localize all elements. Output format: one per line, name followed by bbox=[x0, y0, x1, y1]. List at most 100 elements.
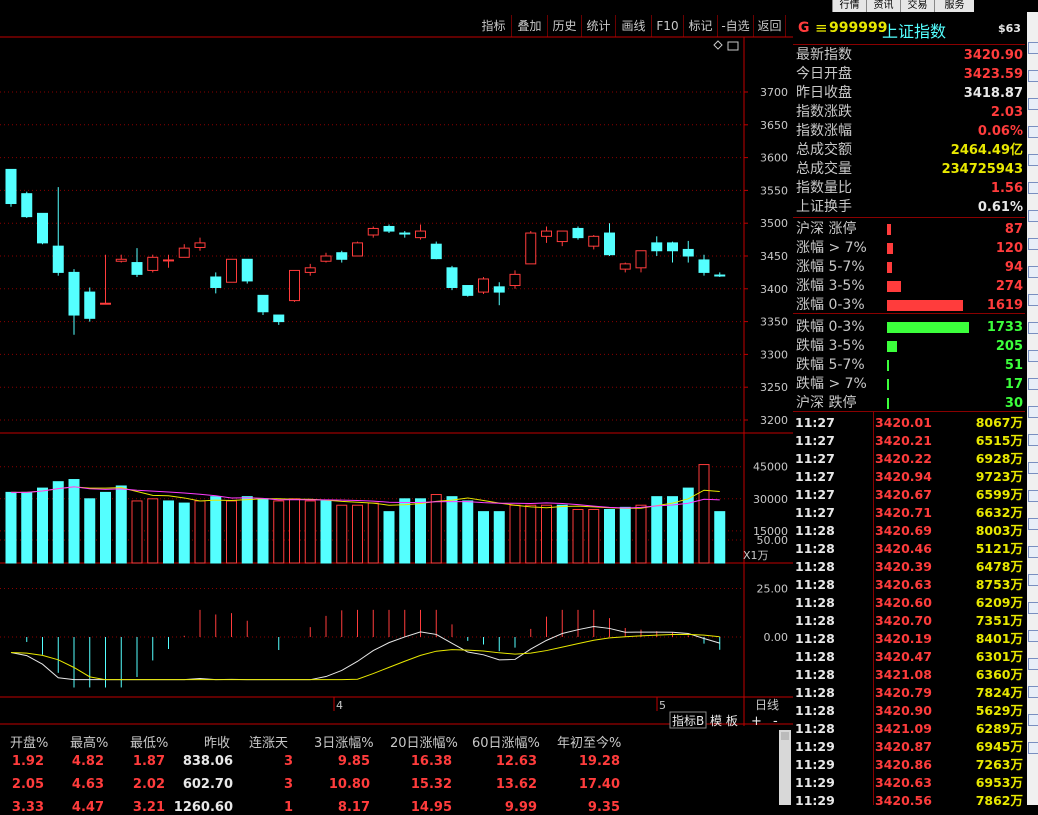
tick-time: 11:27 bbox=[795, 451, 835, 466]
table-header[interactable]: 最低% bbox=[130, 732, 168, 751]
candle-body bbox=[651, 242, 663, 252]
table-cell: 3 bbox=[283, 754, 293, 769]
stat-label: 总成交量 bbox=[796, 161, 852, 177]
volume-bar bbox=[320, 500, 332, 564]
table-header[interactable]: 最高% bbox=[70, 732, 108, 751]
tick-time: 11:27 bbox=[795, 487, 835, 502]
tick-row[interactable]: 11:27 3420.01 8067万 bbox=[793, 414, 1025, 432]
side-tool-icon[interactable] bbox=[1028, 574, 1038, 586]
tick-row[interactable]: 11:28 3420.47 6301万 bbox=[793, 648, 1025, 666]
tick-row[interactable]: 11:28 3421.09 6289万 bbox=[793, 720, 1025, 738]
candle-body bbox=[5, 168, 17, 205]
tick-row[interactable]: 11:29 3420.56 7862万 bbox=[793, 792, 1025, 810]
side-tool-icon[interactable] bbox=[1028, 266, 1038, 278]
table-scrollbar[interactable] bbox=[779, 730, 791, 805]
g-icon[interactable]: G bbox=[798, 20, 810, 36]
side-tool-icon[interactable] bbox=[1028, 210, 1038, 222]
volume-bar bbox=[462, 500, 474, 564]
volume-bar bbox=[604, 509, 615, 564]
price-tick-label: 3350 bbox=[760, 316, 788, 329]
side-tool-icon[interactable] bbox=[1028, 322, 1038, 334]
table-cell: 14.95 bbox=[410, 800, 452, 815]
side-tool-icon[interactable] bbox=[1028, 490, 1038, 502]
side-tool-icon[interactable] bbox=[1028, 98, 1038, 110]
candle-body bbox=[52, 245, 64, 273]
tick-row[interactable]: 11:27 3420.71 6632万 bbox=[793, 504, 1025, 522]
price-tick-label: 3450 bbox=[760, 250, 788, 263]
tick-row[interactable]: 11:28 3420.46 5121万 bbox=[793, 540, 1025, 558]
table-cell: 9.99 bbox=[504, 800, 537, 815]
side-tool-icon[interactable] bbox=[1028, 714, 1038, 726]
table-header[interactable]: 开盘% bbox=[10, 732, 48, 751]
tick-row[interactable]: 11:29 3420.63 6953万 bbox=[793, 774, 1025, 792]
side-tool-icon[interactable] bbox=[1028, 742, 1038, 754]
tick-price: 3420.63 bbox=[875, 577, 932, 592]
side-tool-icon[interactable] bbox=[1028, 434, 1038, 446]
top-tab[interactable]: 服务 bbox=[934, 0, 974, 12]
side-tool-icon[interactable] bbox=[1028, 518, 1038, 530]
top-tab[interactable]: 交易 bbox=[900, 0, 934, 12]
side-tool-icon[interactable] bbox=[1028, 182, 1038, 194]
side-tool-icon[interactable] bbox=[1028, 406, 1038, 418]
tick-time: 11:28 bbox=[795, 667, 835, 682]
table-cell: 15.32 bbox=[410, 777, 452, 792]
table-header[interactable]: 20日涨幅% bbox=[390, 732, 458, 751]
tick-row[interactable]: 11:27 3420.67 6599万 bbox=[793, 486, 1025, 504]
table-header[interactable]: 60日涨幅% bbox=[472, 732, 540, 751]
tick-row[interactable]: 11:28 3420.63 8753万 bbox=[793, 576, 1025, 594]
table-header[interactable]: 3日涨幅% bbox=[314, 732, 374, 751]
side-tool-icon[interactable] bbox=[1028, 686, 1038, 698]
price-tick-label: 3550 bbox=[760, 184, 788, 197]
tick-row[interactable]: 11:27 3420.21 6515万 bbox=[793, 432, 1025, 450]
tick-row[interactable]: 11:28 3420.79 7824万 bbox=[793, 684, 1025, 702]
tick-row[interactable]: 11:28 3421.08 6360万 bbox=[793, 666, 1025, 684]
side-tool-icon[interactable] bbox=[1028, 602, 1038, 614]
candle-body bbox=[430, 243, 442, 260]
menu-icon[interactable]: ≡ bbox=[815, 19, 828, 37]
volume-bar bbox=[5, 491, 17, 564]
tick-row[interactable]: 11:28 3420.60 6209万 bbox=[793, 594, 1025, 612]
kline-chart[interactable]: 3700 3650 3600 3550 3500 3450 3400 3350 3300 3250… bbox=[0, 14, 793, 805]
tick-row[interactable]: 11:29 3420.87 6945万 bbox=[793, 738, 1025, 756]
candle-body bbox=[147, 256, 159, 271]
breadth-bar bbox=[887, 300, 963, 311]
side-toolbar[interactable] bbox=[1027, 12, 1038, 805]
side-tool-icon[interactable] bbox=[1028, 462, 1038, 474]
table-header[interactable]: 昨收 bbox=[204, 732, 230, 751]
price-tick-label: 3250 bbox=[760, 381, 788, 394]
side-tool-icon[interactable] bbox=[1028, 658, 1038, 670]
volume-bar bbox=[667, 496, 678, 564]
side-tool-icon[interactable] bbox=[1028, 42, 1038, 54]
side-tool-icon[interactable] bbox=[1028, 546, 1038, 558]
top-tab[interactable]: 行情 bbox=[832, 0, 866, 12]
stat-row: 指数涨幅 0.06% bbox=[793, 122, 1025, 141]
table-header[interactable]: 年初至今% bbox=[557, 732, 621, 751]
side-tool-icon[interactable] bbox=[1028, 630, 1038, 642]
side-tool-icon[interactable] bbox=[1028, 350, 1038, 362]
side-tool-icon[interactable] bbox=[1028, 378, 1038, 390]
tick-row[interactable]: 11:28 3420.70 7351万 bbox=[793, 612, 1025, 630]
tick-row[interactable]: 11:28 3420.39 6478万 bbox=[793, 558, 1025, 576]
table-header[interactable]: 连涨天 bbox=[249, 732, 288, 751]
tick-row[interactable]: 11:28 3420.90 5629万 bbox=[793, 702, 1025, 720]
side-tool-icon[interactable] bbox=[1028, 238, 1038, 250]
tick-row[interactable]: 11:27 3420.94 9723万 bbox=[793, 468, 1025, 486]
volume-bar bbox=[698, 464, 710, 564]
window-icon bbox=[727, 41, 739, 51]
tick-time: 11:29 bbox=[795, 739, 835, 754]
side-tool-icon[interactable] bbox=[1028, 154, 1038, 166]
candle-body bbox=[588, 235, 600, 247]
tick-price: 3420.69 bbox=[875, 523, 932, 538]
period-label: 日线 bbox=[755, 698, 779, 712]
tick-row[interactable]: 11:27 3420.22 6928万 bbox=[793, 450, 1025, 468]
tick-row[interactable]: 11:28 3420.69 8003万 bbox=[793, 522, 1025, 540]
side-tool-icon[interactable] bbox=[1028, 70, 1038, 82]
side-tool-icon[interactable] bbox=[1028, 126, 1038, 138]
top-tab[interactable]: 资讯 bbox=[866, 0, 900, 12]
breadth-label: 涨幅 5-7% bbox=[796, 259, 865, 275]
side-tool-icon[interactable] bbox=[1028, 294, 1038, 306]
tick-row[interactable]: 11:29 3420.86 7263万 bbox=[793, 756, 1025, 774]
tick-row[interactable]: 11:28 3420.19 8401万 bbox=[793, 630, 1025, 648]
volume-bar bbox=[257, 498, 269, 564]
stat-label: 指数涨幅 bbox=[796, 123, 852, 139]
